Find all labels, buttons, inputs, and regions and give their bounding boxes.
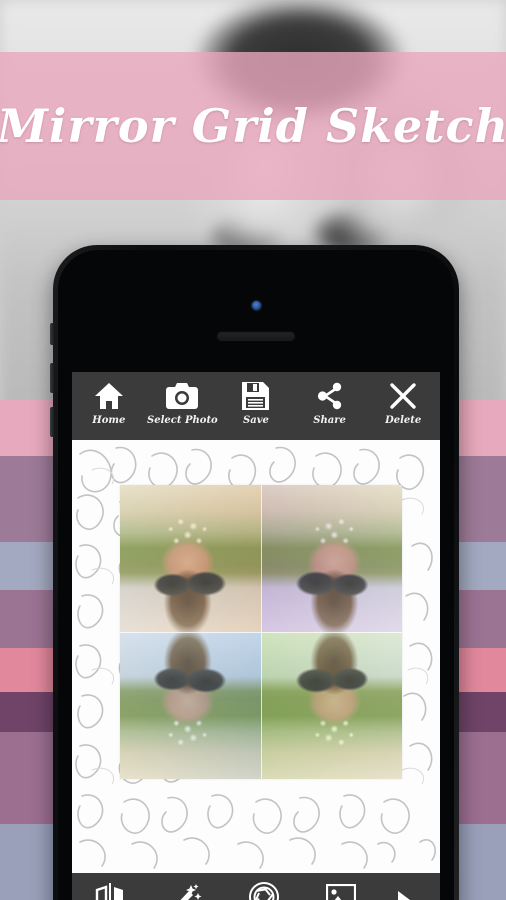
- toolbar-item-share[interactable]: Share: [294, 372, 366, 440]
- tool-background[interactable]: Backgroundcolor: [305, 873, 377, 900]
- silent-switch[interactable]: [50, 323, 54, 345]
- tool-change-color[interactable]: Change Color: [228, 873, 300, 900]
- tool-label: Share: [313, 415, 346, 426]
- grid-cell-warm-overlay: [120, 632, 261, 779]
- grid-cell-warm-overlay: [261, 632, 402, 779]
- bottom-toolbar: MirrorEffectChange ColorBackgroundcolor: [72, 873, 440, 900]
- toolbar-item-home[interactable]: Home: [73, 372, 145, 440]
- aperture-icon: [248, 881, 279, 900]
- magic-wand-icon: [172, 881, 202, 900]
- camera-icon: [166, 380, 199, 412]
- tool-label: Delete: [385, 415, 422, 426]
- close-x-icon: [389, 380, 417, 412]
- grid-cell-warm-overlay: [120, 485, 261, 632]
- home-icon: [94, 380, 124, 412]
- grid-divider-horizontal: [120, 632, 402, 633]
- chevron-right-icon: [393, 891, 427, 900]
- tool-label: Select Photo: [147, 415, 218, 426]
- tool-mirror[interactable]: Mirror: [74, 873, 146, 900]
- toolbar-item-select-photo[interactable]: Select Photo: [146, 372, 218, 440]
- mirror-photo-grid[interactable]: [120, 485, 402, 779]
- grid-cell-top-right[interactable]: [120, 632, 261, 779]
- tool-effect[interactable]: Effect: [151, 873, 223, 900]
- mirror-flip-icon: [94, 881, 126, 900]
- image-icon: [325, 881, 356, 900]
- toolbar-item-save[interactable]: Save: [220, 372, 292, 440]
- tool-label: Save: [243, 415, 269, 426]
- grid-cell-bottom-right[interactable]: [120, 485, 261, 632]
- volume-down-button[interactable]: [50, 407, 54, 437]
- tool-label: Home: [92, 415, 126, 426]
- title-banner: Mirror Grid Sketch: [0, 52, 506, 200]
- grid-cell-top-left[interactable]: [261, 632, 402, 779]
- phone-mockup: Home Select Photo Save Share Delete: [50, 245, 459, 900]
- share-nodes-icon: [316, 380, 344, 412]
- front-camera-icon: [252, 301, 261, 310]
- earpiece-speaker: [217, 331, 295, 340]
- toolbar-item-delete[interactable]: Delete: [367, 372, 439, 440]
- grid-cell-bottom-left[interactable]: [261, 485, 402, 632]
- editor-canvas[interactable]: [72, 440, 440, 873]
- next-button[interactable]: [382, 873, 438, 900]
- volume-up-button[interactable]: [50, 363, 54, 393]
- app-title: Mirror Grid Sketch: [0, 99, 506, 153]
- floppy-disk-icon: [242, 380, 270, 412]
- grid-cell-warm-overlay: [261, 485, 402, 632]
- top-toolbar: Home Select Photo Save Share Delete: [72, 372, 440, 440]
- phone-screen: Home Select Photo Save Share Delete: [72, 372, 440, 900]
- app-root: Mirror Grid Sketch Home Select Photo Save S…: [0, 0, 506, 900]
